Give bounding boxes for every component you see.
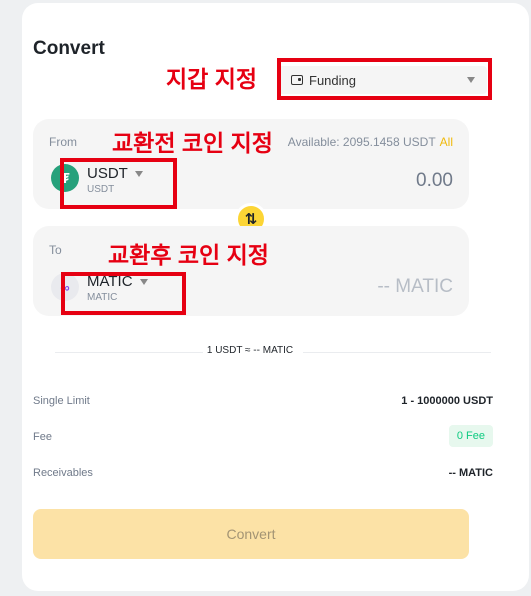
highlight-to-coin	[61, 272, 186, 315]
divider-right	[303, 352, 491, 353]
to-amount-output: -- MATIC	[377, 276, 453, 297]
single-limit-value: 1 - 1000000 USDT	[401, 395, 493, 407]
rate-text: 1 USDT ≈ -- MATIC	[206, 345, 294, 356]
divider-left	[55, 352, 203, 353]
all-button[interactable]: All	[440, 135, 453, 149]
annotation-from-coin: 교환전 코인 지정	[112, 130, 273, 156]
convert-button[interactable]: Convert	[33, 509, 469, 559]
from-amount-input[interactable]: 0.00	[416, 170, 453, 192]
single-limit-label: Single Limit	[33, 395, 90, 407]
to-label: To	[49, 243, 62, 257]
annotation-to-coin: 교환후 코인 지정	[108, 242, 269, 268]
highlight-from-coin	[60, 158, 177, 209]
from-label: From	[49, 135, 77, 149]
annotation-wallet: 지갑 지정	[166, 66, 258, 92]
receivables-label: Receivables	[33, 467, 93, 479]
available-balance: Available: 2095.1458 USDT All	[288, 135, 453, 149]
page-title: Convert	[33, 38, 105, 59]
fee-label: Fee	[33, 431, 52, 443]
receivables-value: -- MATIC	[448, 467, 493, 479]
fee-badge: 0 Fee	[448, 425, 493, 447]
available-text: Available: 2095.1458 USDT	[287, 135, 436, 149]
highlight-wallet	[277, 58, 492, 100]
